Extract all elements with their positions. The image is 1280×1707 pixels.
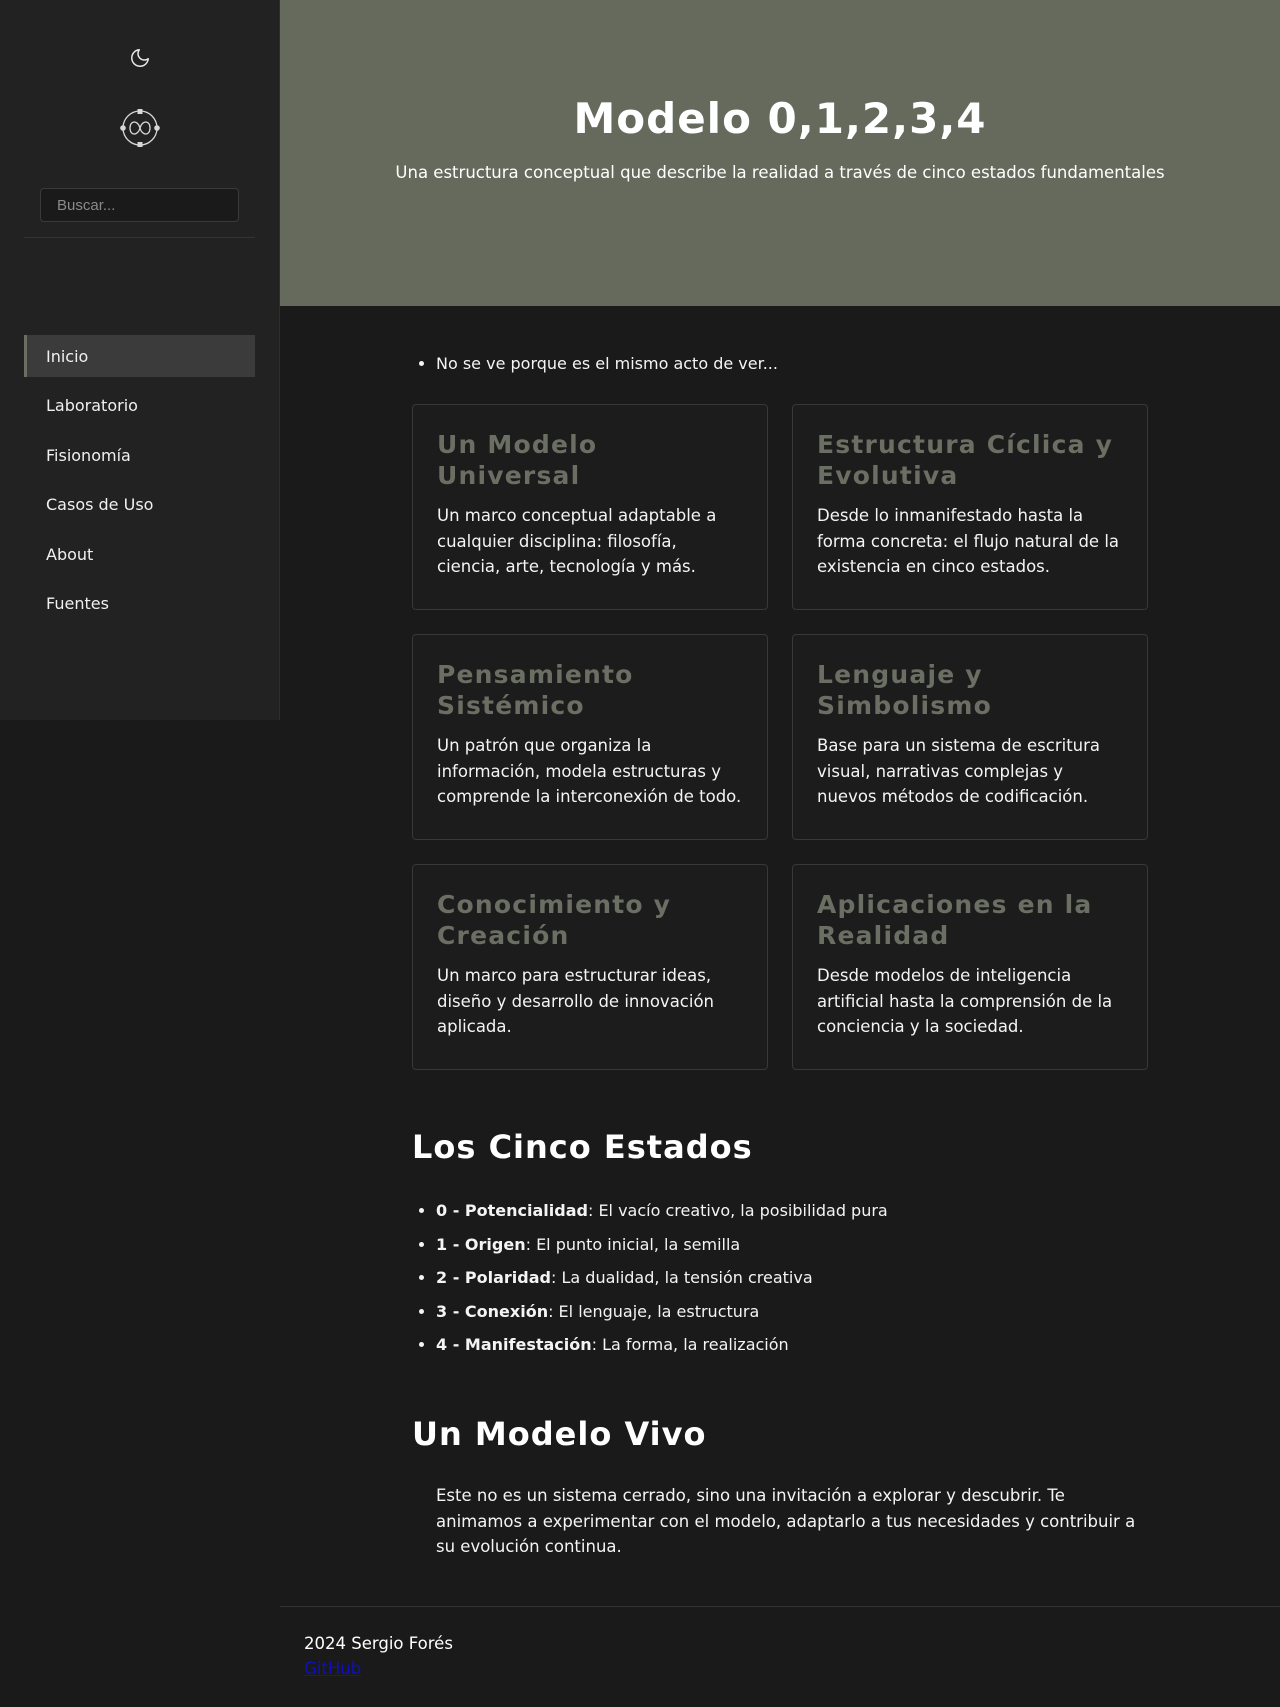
state-label: 1 - Origen [436,1234,526,1254]
sidebar-item-about[interactable]: About [24,533,255,575]
card-text: Base para un sistema de escritura visual… [817,736,1101,806]
intro-bullet: No se ve porque es el mismo acto de ver.… [436,354,778,373]
feature-cards: Un Modelo Universal Un marco conceptual … [412,404,1148,1070]
page-subtitle: Una estructura conceptual que describe l… [395,163,1165,182]
state-desc: : La forma, la realización [591,1335,789,1354]
state-desc: : El punto inicial, la semilla [525,1234,741,1254]
card-text: Un marco conceptual adaptable a cualquie… [437,506,717,576]
feature-card: Estructura Cíclica y Evolutiva Desde lo … [792,404,1148,610]
sidebar-nav: Inicio Laboratorio Fisionomía Casos de U… [24,335,255,632]
logo-icon [118,106,162,150]
github-link[interactable]: GitHub [304,1659,361,1678]
blockquote: Este no es un sistema cerrado, sino una … [436,1486,1136,1556]
sidebar: Inicio Laboratorio Fisionomía Casos de U… [0,0,280,720]
moon-icon[interactable] [126,44,154,72]
footer: 2024 Sergio Forés GitHub [280,1606,1280,1707]
state-label: 2 - Polaridad [436,1268,551,1287]
feature-card: Pensamiento Sistémico Un patrón que orga… [412,634,768,840]
list-item: 4 - Manifestación: La forma, la realizac… [436,1328,888,1362]
states-list: 0 - Potencialidad: El vacío creativo, la… [436,1194,888,1362]
list-item: 3 - Conexión: El lenguaje, la estructura [436,1295,888,1329]
card-title: Conocimiento y Creación [437,890,672,950]
sidebar-item-fisionomia[interactable]: Fisionomía [24,434,255,476]
card-title: Pensamiento Sistémico [437,660,634,720]
intro-list: No se ve porque es el mismo acto de ver.… [436,354,778,373]
state-desc: : El lenguaje, la estructura [548,1301,760,1321]
feature-card: Lenguaje y Simbolismo Base para un siste… [792,634,1148,840]
sidebar-divider [24,237,255,238]
card-title: Aplicaciones en la Realidad [817,890,1093,950]
sidebar-item-fuentes[interactable]: Fuentes [24,583,255,625]
living-section-title: Un Modelo Vivo [412,1415,707,1453]
sidebar-item-casos-de-uso[interactable]: Casos de Uso [24,484,255,526]
page-title: Modelo 0,1,2,3,4 [573,94,987,143]
sidebar-item-laboratorio[interactable]: Laboratorio [24,385,255,427]
hero-banner: Modelo 0,1,2,3,4 Una estructura conceptu… [280,0,1280,306]
search-input[interactable] [40,188,239,222]
feature-card: Conocimiento y Creación Un marco para es… [412,864,768,1070]
state-label: 3 - Conexión [436,1301,549,1321]
feature-card: Un Modelo Universal Un marco conceptual … [412,404,768,610]
card-title: Un Modelo Universal [437,430,598,490]
states-section-title: Los Cinco Estados [412,1128,753,1166]
feature-card: Aplicaciones en la Realidad Desde modelo… [792,864,1148,1070]
state-desc: : El vacío creativo, la posibilidad pura [587,1201,888,1220]
footer-copyright: 2024 Sergio Forés [304,1634,453,1653]
card-text: Un marco para estructurar ideas, diseño … [437,966,715,1036]
card-title: Estructura Cíclica y Evolutiva [817,430,1114,490]
sidebar-item-inicio[interactable]: Inicio [24,335,255,377]
card-title: Lenguaje y Simbolismo [817,660,992,720]
list-item: 1 - Origen: El punto inicial, la semilla [436,1228,888,1262]
card-text: Un patrón que organiza la información, m… [437,736,742,806]
list-item: 2 - Polaridad: La dualidad, la tensión c… [436,1261,888,1295]
state-label: 4 - Manifestación [436,1335,592,1354]
card-text: Desde modelos de inteligencia artificial… [817,966,1113,1036]
card-text: Desde lo inmanifestado hasta la forma co… [817,506,1120,576]
state-label: 0 - Potencialidad [436,1201,588,1220]
list-item: 0 - Potencialidad: El vacío creativo, la… [436,1194,888,1228]
state-desc: : La dualidad, la tensión creativa [551,1268,813,1287]
